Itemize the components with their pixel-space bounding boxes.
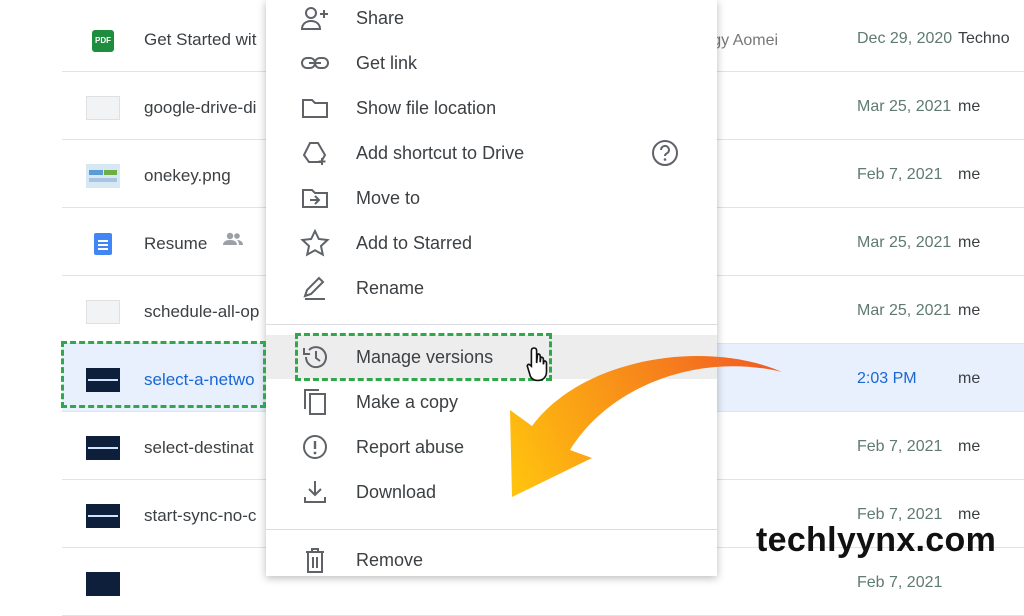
file-modified-date: Feb 7, 2021 — [857, 574, 943, 591]
site-watermark: techlyynx.com — [756, 521, 997, 559]
curved-arrow-icon — [510, 355, 782, 497]
